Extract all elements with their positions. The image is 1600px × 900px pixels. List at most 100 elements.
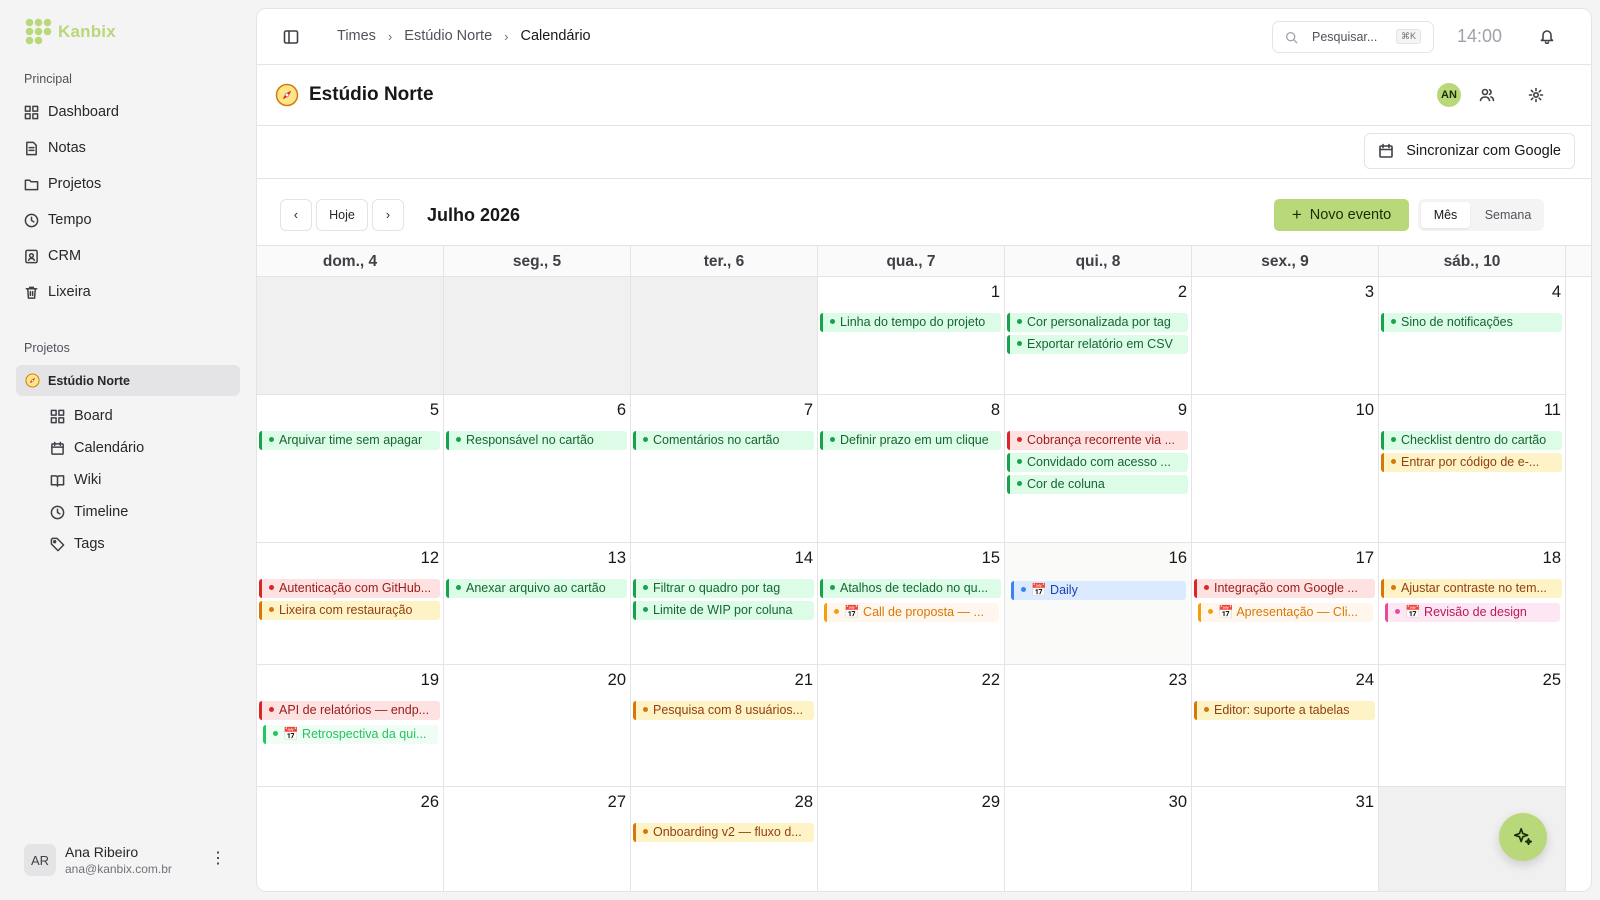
day-number: 18 xyxy=(1542,549,1561,567)
event-chip[interactable]: Entrar por código de e-... xyxy=(1381,453,1562,472)
breadcrumb-times[interactable]: Times xyxy=(337,28,376,44)
calendar-day[interactable]: 27 xyxy=(444,787,631,891)
new-event-button[interactable]: + Novo evento xyxy=(1274,199,1409,231)
calendar-day[interactable]: 22 xyxy=(818,665,1005,787)
user-profile[interactable]: AR Ana Ribeiro ana@kanbix.com.br ⋮ xyxy=(24,843,246,877)
board-icon xyxy=(50,409,65,423)
calendar-day[interactable]: 26 xyxy=(257,787,444,891)
calendar-day[interactable] xyxy=(257,277,444,395)
calendar-day[interactable]: 24 Editor: suporte a tabelas xyxy=(1192,665,1379,787)
sidebar-item-tempo[interactable]: Tempo xyxy=(24,202,244,238)
meeting-chip[interactable]: 📅 Retrospectiva da qui... xyxy=(263,725,438,744)
event-chip[interactable]: Arquivar time sem apagar xyxy=(259,431,440,450)
calendar-day[interactable]: 21 Pesquisa com 8 usuários... xyxy=(631,665,818,787)
calendar-day[interactable]: 11 Checklist dentro do cartão Entrar por c… xyxy=(1379,395,1566,543)
sidebar-item-notas[interactable]: Notas xyxy=(24,130,244,166)
calendar-day[interactable] xyxy=(444,277,631,395)
calendar-day[interactable]: 1 Linha do tempo do projeto xyxy=(818,277,1005,395)
calendar-day[interactable]: 12 Autenticação com GitHub... Lixeira com … xyxy=(257,543,444,665)
view-week-button[interactable]: Semana xyxy=(1476,202,1540,228)
calendar-day[interactable]: 9 Cobrança recorrente via ... Convidado co… xyxy=(1005,395,1192,543)
sidebar-item-wiki[interactable]: Wiki xyxy=(50,464,240,496)
breadcrumb-estudio-norte[interactable]: Estúdio Norte xyxy=(404,28,492,44)
members-button[interactable] xyxy=(1479,87,1495,103)
event-chip[interactable]: Sino de notificações xyxy=(1381,313,1562,332)
calendar-day[interactable]: 18 Ajustar contraste no tem... 📅 Revisão d… xyxy=(1379,543,1566,665)
calendar-day-today[interactable]: 16 📅 Daily xyxy=(1005,543,1192,665)
toggle-sidebar-button[interactable] xyxy=(283,29,299,45)
calendar-day[interactable] xyxy=(631,277,818,395)
calendar-day[interactable]: 15 Atalhos de teclado no qu... 📅 Call de p… xyxy=(818,543,1005,665)
event-chip[interactable]: Comentários no cartão xyxy=(633,431,814,450)
sidebar-item-calendario[interactable]: Calendário xyxy=(50,432,240,464)
event-chip[interactable]: Anexar arquivo ao cartão xyxy=(446,579,627,598)
event-dot-icon xyxy=(269,707,274,712)
event-chip[interactable]: Responsável no cartão xyxy=(446,431,627,450)
event-chip[interactable]: Linha do tempo do projeto xyxy=(820,313,1001,332)
event-chip[interactable]: Limite de WIP por coluna xyxy=(633,601,814,620)
calendar-day[interactable]: 31 xyxy=(1192,787,1379,891)
sidebar-item-tags[interactable]: Tags xyxy=(50,528,240,560)
app-logo[interactable]: Kanbix xyxy=(25,18,116,45)
calendar-day[interactable]: 13 Anexar arquivo ao cartão xyxy=(444,543,631,665)
search-input[interactable]: Pesquisar... ⌘K xyxy=(1272,21,1434,53)
event-chip[interactable]: Filtrar o quadro por tag xyxy=(633,579,814,598)
event-chip[interactable]: Integração com Google ... xyxy=(1194,579,1375,598)
calendar-day[interactable]: 29 xyxy=(818,787,1005,891)
event-chip[interactable]: Exportar relatório em CSV xyxy=(1007,335,1188,354)
calendar-day[interactable]: 8 Definir prazo em um clique xyxy=(818,395,1005,543)
calendar-day[interactable]: 4 Sino de notificações xyxy=(1379,277,1566,395)
event-chip[interactable]: Cor personalizada por tag xyxy=(1007,313,1188,332)
prev-month-button[interactable]: ‹ xyxy=(280,199,312,231)
event-chip[interactable]: Checklist dentro do cartão xyxy=(1381,431,1562,450)
event-title: Editor: suporte a tabelas xyxy=(1214,703,1350,717)
calendar-day[interactable]: 14 Filtrar o quadro por tag Limite de WIP … xyxy=(631,543,818,665)
calendar-day[interactable]: 23 xyxy=(1005,665,1192,787)
meeting-chip[interactable]: 📅 Revisão de design xyxy=(1385,603,1560,622)
calendar-day[interactable]: 20 xyxy=(444,665,631,787)
settings-button[interactable] xyxy=(1528,87,1544,103)
sidebar-item-timeline[interactable]: Timeline xyxy=(50,496,240,528)
calendar-day[interactable]: 10 xyxy=(1192,395,1379,543)
calendar-day[interactable]: 17 Integração com Google ... 📅 Apresentaçã… xyxy=(1192,543,1379,665)
meeting-chip[interactable]: 📅 Call de proposta — ... xyxy=(824,603,999,622)
sidebar-item-crm[interactable]: CRM xyxy=(24,238,244,274)
event-chip[interactable]: Autenticação com GitHub... xyxy=(259,579,440,598)
event-chip[interactable]: Editor: suporte a tabelas xyxy=(1194,701,1375,720)
event-chip[interactable]: Atalhos de teclado no qu... xyxy=(820,579,1001,598)
day-number: 3 xyxy=(1364,283,1374,301)
calendar-day[interactable]: 7 Comentários no cartão xyxy=(631,395,818,543)
next-month-button[interactable]: › xyxy=(372,199,404,231)
sidebar-item-lixeira[interactable]: Lixeira xyxy=(24,274,244,310)
sidebar-item-dashboard[interactable]: Dashboard xyxy=(24,94,244,130)
event-chip[interactable]: Convidado com acesso ... xyxy=(1007,453,1188,472)
calendar-day[interactable]: 6 Responsável no cartão xyxy=(444,395,631,543)
calendar-day[interactable]: 3 xyxy=(1192,277,1379,395)
event-chip[interactable]: Cobrança recorrente via ... xyxy=(1007,431,1188,450)
sidebar-project-estudio-norte[interactable]: Estúdio Norte xyxy=(16,365,240,396)
event-chip[interactable]: Lixeira com restauração xyxy=(259,601,440,620)
sidebar-item-projetos[interactable]: Projetos xyxy=(24,166,244,202)
calendar-day[interactable]: 19 API de relatórios — endp... 📅 Retrospec… xyxy=(257,665,444,787)
calendar-day[interactable]: 5 Arquivar time sem apagar xyxy=(257,395,444,543)
event-chip[interactable]: Cor de coluna xyxy=(1007,475,1188,494)
event-chip[interactable]: Pesquisa com 8 usuários... xyxy=(633,701,814,720)
meeting-chip[interactable]: 📅 Apresentação — Cli... xyxy=(1198,603,1373,622)
member-avatar[interactable]: AN xyxy=(1437,83,1461,107)
calendar-day[interactable]: 28 Onboarding v2 — fluxo d... xyxy=(631,787,818,891)
calendar-day[interactable]: 25 xyxy=(1379,665,1566,787)
more-options-icon[interactable]: ⋮ xyxy=(210,851,226,867)
notifications-button[interactable] xyxy=(1539,28,1555,44)
event-chip[interactable]: Ajustar contraste no tem... xyxy=(1381,579,1562,598)
event-chip[interactable]: API de relatórios — endp... xyxy=(259,701,440,720)
sync-google-button[interactable]: Sincronizar com Google xyxy=(1364,133,1575,169)
calendar-day[interactable]: 30 xyxy=(1005,787,1192,891)
sidebar-item-board[interactable]: Board xyxy=(50,400,240,432)
calendar-day[interactable]: 2 Cor personalizada por tag Exportar relat… xyxy=(1005,277,1192,395)
ai-assistant-button[interactable] xyxy=(1499,813,1547,861)
view-month-button[interactable]: Mês xyxy=(1421,202,1470,228)
meeting-chip[interactable]: 📅 Daily xyxy=(1011,581,1186,600)
event-chip[interactable]: Onboarding v2 — fluxo d... xyxy=(633,823,814,842)
event-chip[interactable]: Definir prazo em um clique xyxy=(820,431,1001,450)
today-button[interactable]: Hoje xyxy=(316,199,368,231)
